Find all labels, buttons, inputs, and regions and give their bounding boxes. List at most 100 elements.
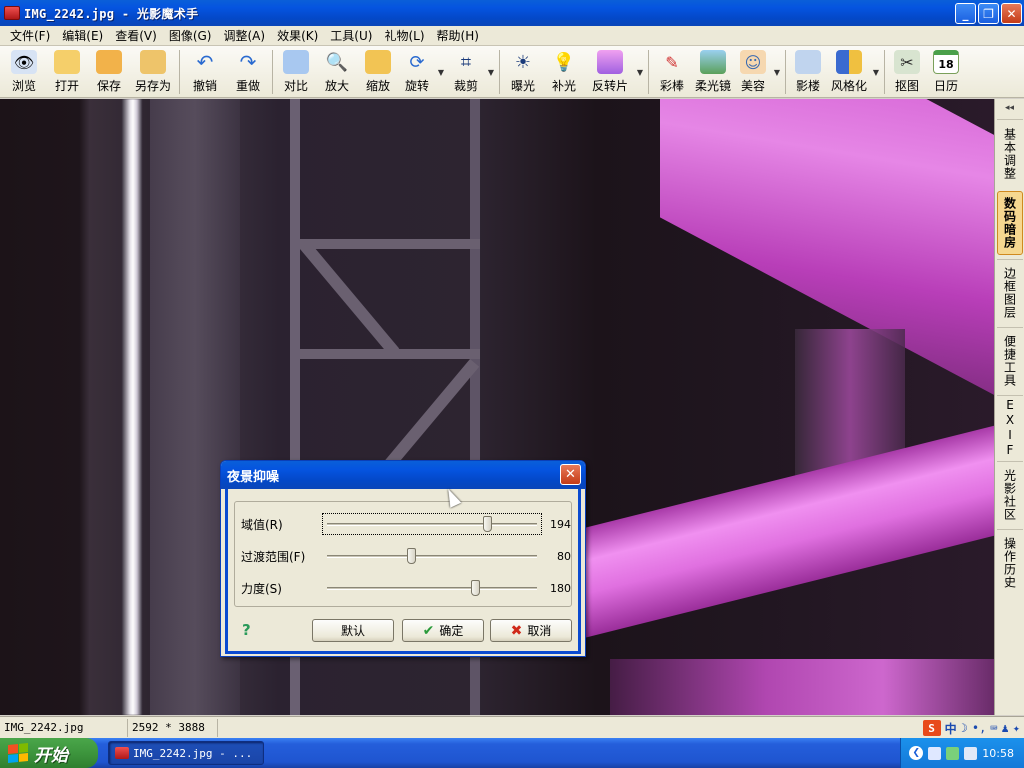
transition-slider[interactable] [323,546,541,566]
menu-gifts[interactable]: 礼物(L) [378,26,430,46]
menu-file[interactable]: 文件(F) [4,26,56,46]
transition-value: 80 [557,549,571,563]
cross-icon: ✖ [510,622,523,639]
menu-tools[interactable]: 工具(U) [324,26,378,46]
photo-tower-beam [300,239,480,249]
rotate-button[interactable]: ⟳ 旋转 [398,46,436,98]
settings-icon[interactable]: ✦ [1013,721,1020,735]
menu-image[interactable]: 图像(G) [163,26,218,46]
maximize-button[interactable]: ❐ [978,3,999,24]
minimize-button[interactable]: _ [955,3,976,24]
stylize-dropdown-arrow[interactable]: ▼ [871,46,881,98]
ok-button[interactable]: ✔ 确定 [402,619,484,642]
threshold-label: 域值(R) [241,517,283,532]
cancel-button[interactable]: ✖ 取消 [490,619,572,642]
dialog-close-button[interactable]: ✕ [560,464,581,485]
cutout-button[interactable]: ✂ 抠图 [888,46,926,98]
stylize-button[interactable]: 风格化 [827,46,871,98]
menu-adjust[interactable]: 调整(A) [217,26,271,46]
dialog-title-bar[interactable]: 夜景抑噪 [221,461,585,489]
film-button[interactable]: 反转片 [585,46,635,98]
taskbar-item-app[interactable]: IMG_2242.jpg - ... [108,741,264,765]
exposure-icon: ☀ [514,51,532,73]
redo-button[interactable]: ↷ 重做 [227,46,269,98]
title-bar[interactable]: IMG_2242.jpg - 光影魔术手 _ ❐ ✕ [0,0,1024,26]
transition-slider-row: 过渡范围(F) 80 [241,544,571,568]
side-tab-exif[interactable]: EXIF [997,395,1023,459]
stylize-icon [836,50,862,74]
eye-icon: 👁 [11,50,37,74]
menu-help[interactable]: 帮助(H) [431,26,485,46]
color-wand-icon: ✎ [665,52,679,72]
night-denoise-dialog: 夜景抑噪 ✕ 域值(R) 194 过渡范围(F) 80 力度(S) 180 ? … [220,460,586,657]
rotate-dropdown-arrow[interactable]: ▼ [436,46,446,98]
network-icon[interactable] [928,746,942,760]
open-button[interactable]: 打开 [46,46,88,98]
film-dropdown-arrow[interactable]: ▼ [635,46,645,98]
volume-icon[interactable] [964,746,978,760]
slider-track [327,523,537,526]
threshold-value: 194 [550,517,571,531]
side-tab-darkroom[interactable]: 数码暗房 [997,191,1023,255]
beauty-button[interactable]: ☺ 美容 [734,46,772,98]
slider-thumb[interactable] [407,548,416,564]
photo-light-pole [122,99,142,715]
sogou-ime-icon[interactable]: S [922,720,941,736]
ime-mode[interactable]: 中 [945,720,957,737]
color-wand-button[interactable]: ✎ 彩棒 [652,46,692,98]
strength-slider[interactable] [323,578,541,598]
toolbar-separator [499,50,500,94]
zoom-in-button[interactable]: 🔍 放大 [316,46,358,98]
save-button[interactable]: 保存 [88,46,130,98]
help-icon[interactable]: ? [242,621,251,639]
keyboard-icon[interactable]: ⌨ [990,721,997,735]
side-tab-history[interactable]: 操作历史 [997,529,1023,595]
studio-button[interactable]: 影楼 [789,46,827,98]
dialog-footer: ? 默认 ✔ 确定 ✖ 取消 [234,617,574,643]
save-as-button[interactable]: 另存为 [130,46,176,98]
half-width-icon[interactable]: ☽ [961,721,968,735]
crop-icon: ⌗ [460,51,472,73]
user-icon[interactable]: ♟ [1002,721,1009,735]
photo-neon-lower [610,659,994,715]
crop-button[interactable]: ⌗ 裁剪 [446,46,486,98]
collapse-panel-icon[interactable]: ◂◂ [995,99,1024,117]
fill-light-button[interactable]: 💡 补光 [543,46,585,98]
side-tab-tools[interactable]: 便捷工具 [997,327,1023,393]
windows-logo-icon [8,742,28,764]
default-button[interactable]: 默认 [312,619,394,642]
app-icon [115,747,129,759]
menu-view[interactable]: 查看(V) [109,26,163,46]
slider-thumb[interactable] [482,516,492,532]
calendar-button[interactable]: 18 日历 [926,46,966,98]
dialog-body: 域值(R) 194 过渡范围(F) 80 力度(S) 180 ? 默认 ✔ 确定… [225,489,581,654]
start-button[interactable]: 开始 [0,738,98,768]
exposure-button[interactable]: ☀ 曝光 [503,46,543,98]
compare-button[interactable]: 对比 [276,46,316,98]
punctuation-icon[interactable]: •, [972,721,986,735]
side-tab-basic[interactable]: 基本调整 [997,119,1023,187]
toolbar-separator [785,50,786,94]
slider-thumb[interactable] [471,580,481,596]
side-tab-community[interactable]: 光影社区 [997,461,1023,527]
resize-button[interactable]: 缩放 [358,46,398,98]
soft-focus-button[interactable]: 柔光镜 [692,46,734,98]
ime-toolbar: S 中 ☽ •, ⌨ ♟ ✦ [922,719,1020,737]
undo-button[interactable]: ↶ 撤销 [183,46,227,98]
menu-effects[interactable]: 效果(K) [271,26,324,46]
browse-button[interactable]: 👁 浏览 [2,46,46,98]
signal-icon[interactable] [946,746,960,760]
clock[interactable]: 10:58 [982,747,1014,760]
threshold-slider[interactable] [322,513,542,535]
crop-dropdown-arrow[interactable]: ▼ [486,46,496,98]
rotate-icon: ⟳ [409,51,425,73]
status-image-size: 2592 * 3888 [128,718,218,737]
side-tab-frame-layer[interactable]: 边框图层 [997,259,1023,325]
tray-expand-icon[interactable]: ❮ [909,746,924,760]
beauty-dropdown-arrow[interactable]: ▼ [772,46,782,98]
close-button[interactable]: ✕ [1001,3,1022,24]
system-tray: ❮ 10:58 [900,738,1024,768]
compare-icon [283,50,309,74]
menu-edit[interactable]: 编辑(E) [56,26,109,46]
photo-neon-bridge [580,424,994,639]
